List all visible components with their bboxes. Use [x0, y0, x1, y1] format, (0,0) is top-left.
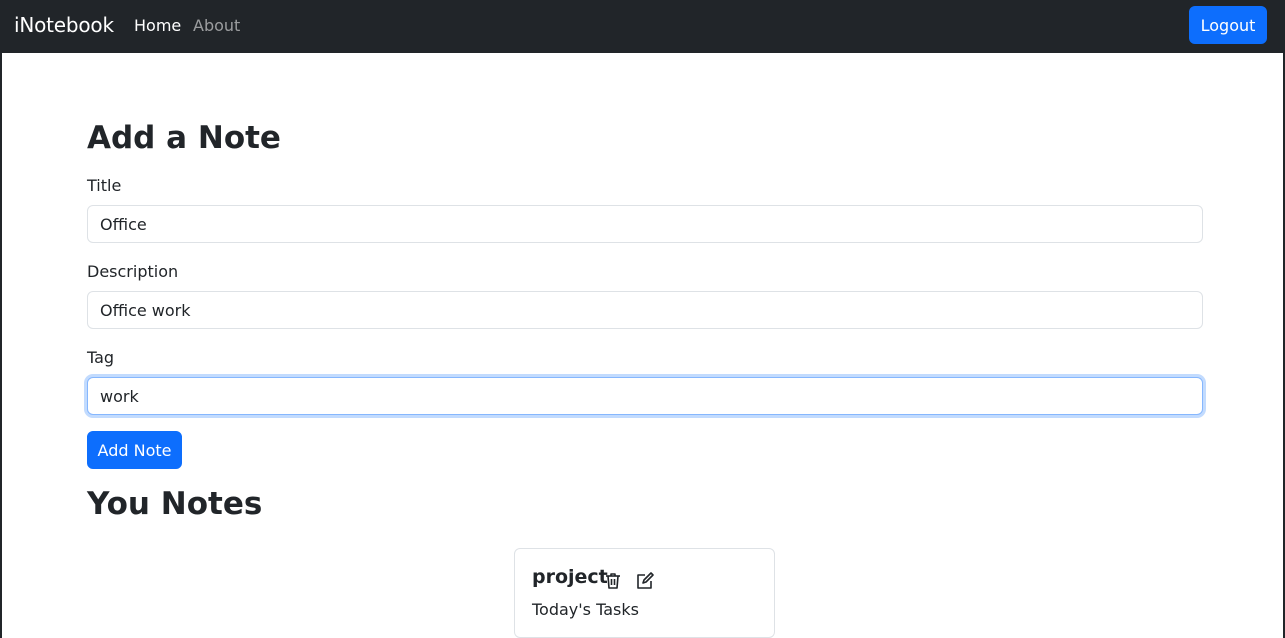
description-input[interactable]	[87, 291, 1203, 329]
description-label: Description	[87, 262, 179, 281]
navbar: iNotebook Home About Logout	[0, 0, 1285, 53]
notes-heading: You Notes	[87, 486, 263, 522]
note-description: Today's Tasks	[532, 600, 639, 619]
trash-icon[interactable]	[603, 571, 623, 591]
add-note-heading: Add a Note	[87, 120, 281, 156]
nav-link-home[interactable]: Home	[134, 16, 181, 35]
note-title: project	[532, 566, 608, 588]
nav-link-about[interactable]: About	[193, 16, 240, 35]
logout-button[interactable]: Logout	[1189, 6, 1267, 44]
tag-input[interactable]	[87, 377, 1203, 415]
title-input[interactable]	[87, 205, 1203, 243]
title-label: Title	[87, 176, 122, 195]
tag-label: Tag	[87, 348, 115, 367]
note-card: project Today's Tasks	[514, 548, 775, 638]
brand-logo[interactable]: iNotebook	[14, 13, 114, 37]
edit-icon[interactable]	[635, 571, 655, 591]
add-note-button[interactable]: Add Note	[87, 431, 182, 469]
